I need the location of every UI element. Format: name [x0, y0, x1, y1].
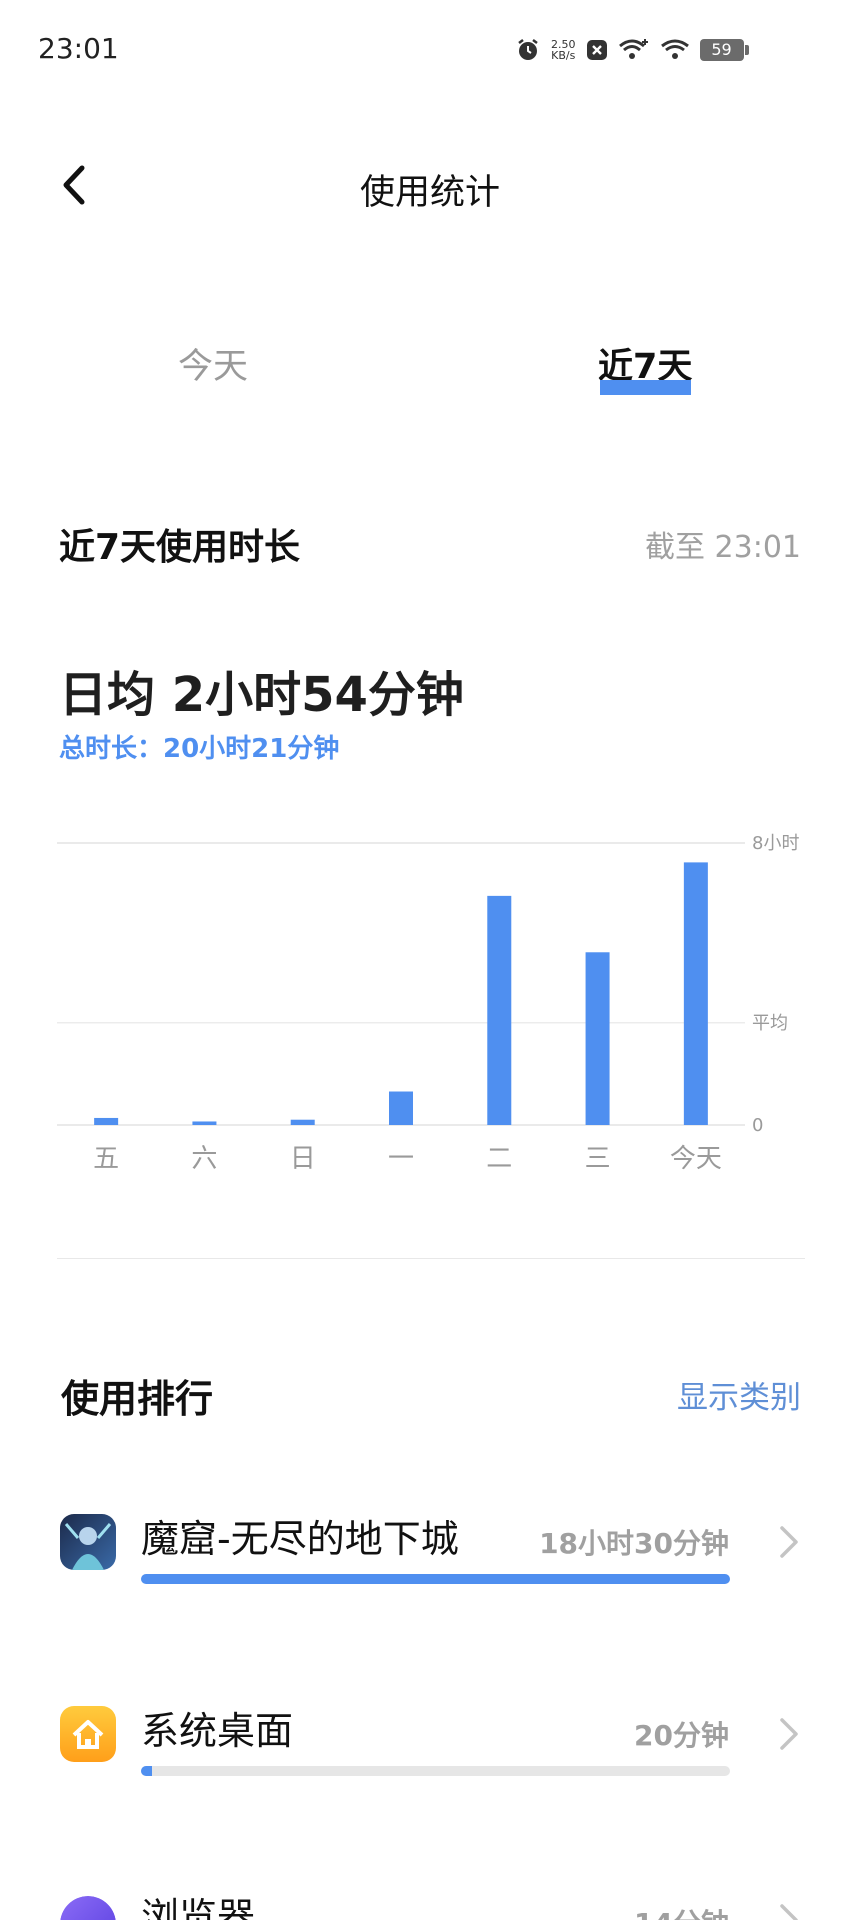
wifi-icon — [660, 37, 690, 63]
network-speed-unit: KB/s — [551, 49, 576, 62]
chart-bar — [94, 1117, 119, 1125]
status-icons: 2.50 KB/s 59 — [515, 34, 749, 66]
status-bar: 23:01 2.50 KB/s 59 — [0, 0, 860, 100]
chevron-right-icon — [780, 1904, 798, 1920]
x-tick-label: 三 — [585, 1144, 611, 1174]
wifi-plus-icon — [618, 37, 650, 63]
x-tick-label: 五 — [93, 1144, 119, 1174]
app-usage-row[interactable]: 魔窟-无尽的地下城 18小时30分钟 — [0, 1490, 860, 1630]
usage-bar-fill — [141, 1766, 152, 1776]
usage-bar-chart: 8小时平均 0 五 六 日 一 二 三 今天 — [57, 833, 799, 1174]
usage-bar-fill — [141, 1574, 730, 1584]
chart-bar — [192, 1121, 217, 1125]
app-usage-row[interactable]: 浏览器 14分钟 — [0, 1872, 860, 1920]
chart-bar — [389, 1091, 413, 1125]
active-tab-indicator — [600, 380, 691, 395]
ranking-title: 使用排行 — [61, 1377, 214, 1421]
y-tick-label-average: 平均 — [752, 1013, 788, 1034]
show-category-button[interactable]: 显示类别 — [677, 1372, 801, 1417]
as-of-time: 截至 23:01 — [645, 530, 801, 565]
app-usage-row[interactable]: 系统桌面 20分钟 — [0, 1682, 860, 1822]
notification-x-icon — [586, 39, 608, 61]
chart-bar — [683, 862, 708, 1125]
chart-bar — [585, 952, 610, 1125]
chart-bar — [487, 895, 512, 1125]
page-title: 使用统计 — [359, 173, 500, 213]
app-duration: 20分钟 — [634, 1719, 729, 1752]
x-tick-label: 日 — [290, 1144, 316, 1174]
browser-app-icon — [60, 1896, 116, 1920]
x-tick-label: 二 — [486, 1144, 512, 1174]
x-tick-label: 六 — [191, 1144, 217, 1174]
home-app-icon — [60, 1706, 116, 1762]
app-name: 魔窟-无尽的地下城 — [141, 1517, 459, 1561]
x-tick-label: 今天 — [670, 1144, 722, 1174]
total-duration: 总时长：20小时21分钟 — [59, 734, 340, 764]
app-duration: 18小时30分钟 — [539, 1527, 729, 1560]
y-tick-label-max: 8小时 — [752, 833, 799, 854]
alarm-icon — [515, 37, 541, 63]
chart-bar — [290, 1119, 315, 1125]
app-duration: 14分钟 — [634, 1902, 729, 1920]
app-name: 浏览器 — [141, 1895, 256, 1920]
x-tick-label: 一 — [388, 1144, 414, 1174]
app-name: 系统桌面 — [141, 1709, 294, 1753]
daily-average: 日均 2小时54分钟 — [59, 667, 464, 723]
chevron-right-icon — [780, 1526, 798, 1558]
section-divider — [57, 1258, 805, 1259]
status-time: 23:01 — [38, 32, 119, 65]
tab-today[interactable]: 今天 — [178, 338, 248, 389]
section-title: 近7天使用时长 — [59, 527, 301, 568]
usage-bar — [141, 1766, 730, 1776]
chevron-right-icon — [780, 1718, 798, 1750]
usage-bar — [141, 1574, 730, 1584]
game-app-icon — [60, 1514, 116, 1570]
battery-icon: 59 — [699, 39, 749, 61]
network-speed: 2.50 KB/s — [551, 39, 576, 61]
y-tick-label-zero: 0 — [752, 1115, 763, 1136]
